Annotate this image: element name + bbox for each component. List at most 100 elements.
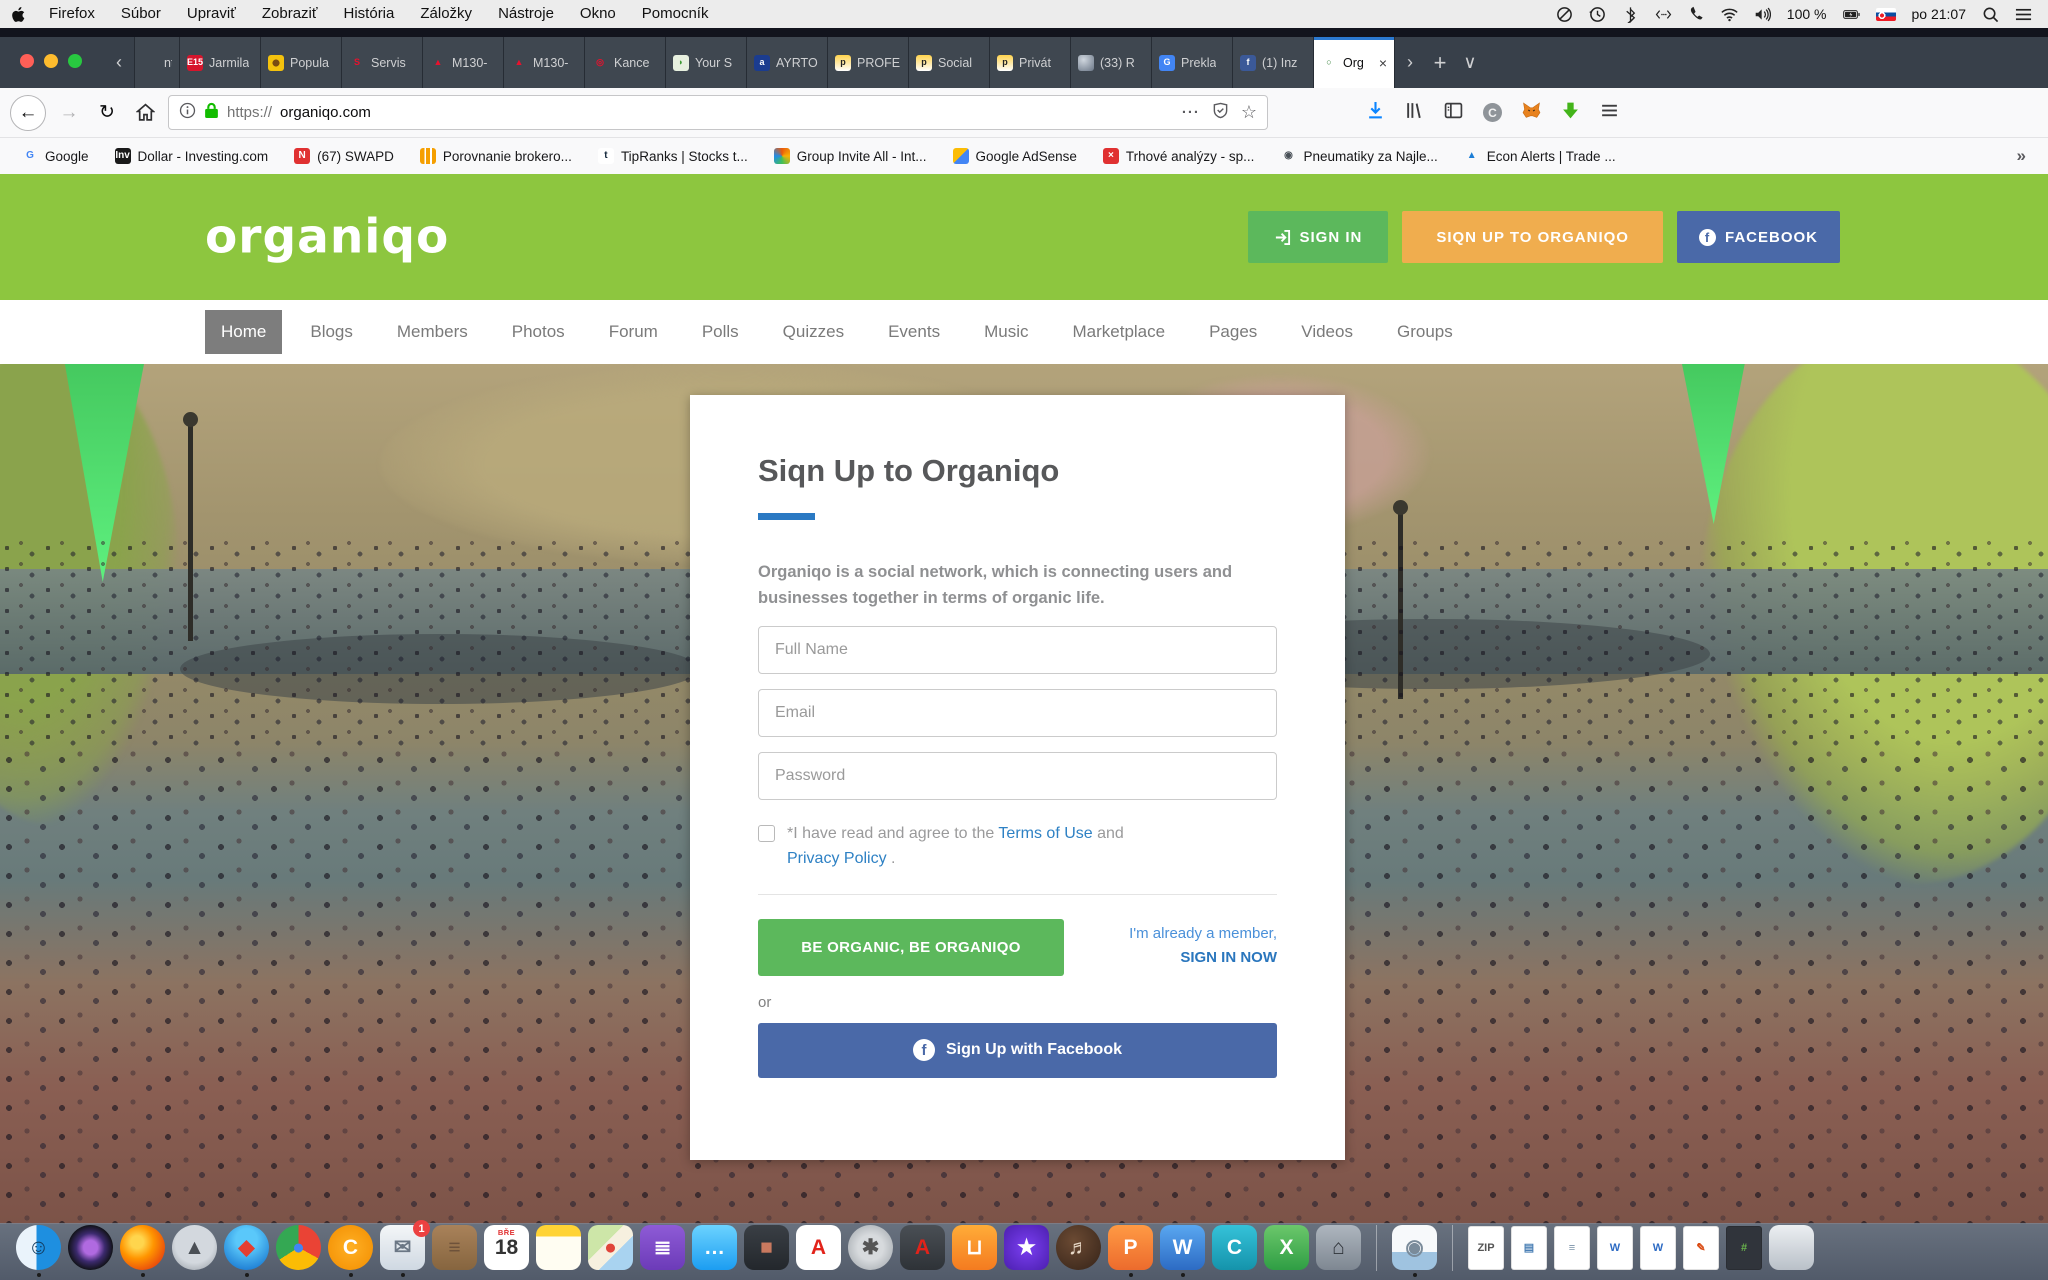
bookmark-tipranks[interactable]: t TipRanks | Stocks t... xyxy=(598,148,748,164)
menu-item[interactable]: Záložky xyxy=(407,0,485,28)
site-nav-item[interactable]: Events xyxy=(872,310,956,354)
apple-menu-icon[interactable] xyxy=(0,5,36,22)
photos[interactable]: ◉ xyxy=(1392,1225,1437,1270)
stack-word-doc[interactable]: W xyxy=(1597,1226,1633,1270)
agree-checkbox[interactable] xyxy=(758,825,775,842)
site-nav-item[interactable]: Videos xyxy=(1285,310,1369,354)
excel[interactable]: X xyxy=(1264,1225,1309,1270)
notes[interactable] xyxy=(536,1225,581,1270)
do-not-disturb-icon[interactable] xyxy=(1556,6,1573,23)
firefox[interactable] xyxy=(120,1225,165,1270)
stack-spreadsheet[interactable]: ▤ xyxy=(1511,1226,1547,1270)
sidebar-icon[interactable] xyxy=(1444,101,1463,125)
remote-desktop[interactable]: ⌂ xyxy=(1316,1225,1361,1270)
tab-inz[interactable]: f (1) Inz × xyxy=(1233,37,1314,88)
menu-hamburger-icon[interactable] xyxy=(1600,101,1619,125)
dev-brackets-icon[interactable] xyxy=(1655,6,1672,23)
bookmark-group-invite[interactable]: Group Invite All - Int... xyxy=(774,148,927,164)
organiqo-logo[interactable]: organiqo xyxy=(205,210,449,265)
imovie[interactable]: ★ xyxy=(1004,1225,1049,1270)
library-icon[interactable] xyxy=(1405,101,1424,125)
tab-33-r[interactable]: (33) R × xyxy=(1071,37,1152,88)
photo-booth[interactable]: ■ xyxy=(744,1225,789,1270)
tab-kance[interactable]: ◎ Kance × xyxy=(585,37,666,88)
tab-m130-1[interactable]: ▲ M130- × xyxy=(423,37,504,88)
tab-your-s[interactable]: ◗ Your S × xyxy=(666,37,747,88)
bookmark-star-icon[interactable]: ☆ xyxy=(1241,102,1257,123)
menu-item[interactable]: Firefox xyxy=(36,0,108,28)
bookmark-trhove[interactable]: × Trhové analýzy - sp... xyxy=(1103,148,1255,164)
bookmarks-overflow-chevron[interactable]: » xyxy=(2017,146,2026,166)
extension-c-icon[interactable]: C xyxy=(1483,103,1502,122)
downloads-icon[interactable] xyxy=(1366,101,1385,125)
menu-item[interactable]: Zobraziť xyxy=(249,0,331,28)
time-machine-icon[interactable] xyxy=(1589,6,1606,23)
tab-m130-2[interactable]: ▲ M130- × xyxy=(504,37,585,88)
wifi-icon[interactable] xyxy=(1721,6,1738,23)
finder[interactable]: ☺ xyxy=(16,1225,61,1270)
messages[interactable]: … xyxy=(692,1225,737,1270)
site-nav-item[interactable]: Polls xyxy=(686,310,755,354)
menu-item[interactable]: História xyxy=(331,0,408,28)
scroll-tabs-right-button[interactable]: › xyxy=(1395,37,1425,88)
video-download-helper-icon[interactable] xyxy=(1561,101,1580,125)
bookmark-porovnanie[interactable]: Porovnanie brokero... xyxy=(420,148,572,164)
facebook-header-button[interactable]: f FACEBOOK xyxy=(1677,211,1840,263)
site-nav-item[interactable]: Home xyxy=(205,310,282,354)
menu-item[interactable]: Okno xyxy=(567,0,629,28)
office-c[interactable]: C xyxy=(1212,1225,1257,1270)
menu-item[interactable]: Pomocník xyxy=(629,0,722,28)
zoom-window-button[interactable] xyxy=(68,54,82,68)
forward-button[interactable]: → xyxy=(54,98,84,128)
email-field[interactable] xyxy=(758,689,1277,737)
site-nav-item[interactable]: Photos xyxy=(496,310,581,354)
site-nav-item[interactable]: Music xyxy=(968,310,1044,354)
menu-item[interactable]: Upraviť xyxy=(174,0,249,28)
volume-icon[interactable] xyxy=(1754,6,1771,23)
bookmark-google[interactable]: G Google xyxy=(22,148,89,164)
url-bar[interactable]: https://organiqo.com ··· ☆ xyxy=(168,95,1268,130)
bluetooth-icon[interactable] xyxy=(1622,6,1639,23)
battery-icon[interactable] xyxy=(1843,6,1860,23)
back-button[interactable]: ← xyxy=(10,95,46,131)
bookmark-adsense[interactable]: Google AdSense xyxy=(953,148,1077,164)
password-field[interactable] xyxy=(758,752,1277,800)
terms-of-use-link[interactable]: Terms of Use xyxy=(998,825,1092,842)
siri[interactable] xyxy=(68,1225,113,1270)
site-nav-item[interactable]: Blogs xyxy=(294,310,369,354)
ibooks[interactable]: ⊔ xyxy=(952,1225,997,1270)
tab-ayrto[interactable]: a AYRTO × xyxy=(747,37,828,88)
acrobat-pro[interactable]: A xyxy=(900,1225,945,1270)
tab-organiqo[interactable]: ○ Org × xyxy=(1314,37,1395,88)
acrobat-reader[interactable]: A xyxy=(796,1225,841,1270)
calendar[interactable]: BŘE 18 xyxy=(484,1225,529,1270)
safari[interactable]: ◆ xyxy=(224,1225,269,1270)
powerpoint[interactable]: P xyxy=(1108,1225,1153,1270)
tab-profe[interactable]: p PROFE × xyxy=(828,37,909,88)
stack-paint-doc[interactable]: ✎ xyxy=(1683,1226,1719,1270)
privacy-policy-link[interactable]: Privacy Policy xyxy=(787,850,887,867)
mail[interactable]: ✉ 1 xyxy=(380,1225,425,1270)
sign-up-button[interactable]: SIQN UP TO ORGANIQO xyxy=(1402,211,1663,263)
ibooks-author[interactable]: ≣ xyxy=(640,1225,685,1270)
word[interactable]: W xyxy=(1160,1225,1205,1270)
contacts[interactable]: ≡ xyxy=(432,1225,477,1270)
bookmark-swapd[interactable]: N (67) SWAPD xyxy=(294,148,394,164)
sign-in-button[interactable]: SIGN IN xyxy=(1248,211,1389,263)
cointracking[interactable]: C xyxy=(328,1225,373,1270)
bookmark-investing[interactable]: Inv Dollar - Investing.com xyxy=(115,148,269,164)
trash[interactable] xyxy=(1769,1225,1814,1270)
pocket-shield-icon[interactable] xyxy=(1212,102,1229,123)
tab-prekla[interactable]: G Prekla × xyxy=(1152,37,1233,88)
close-tab-icon[interactable]: × xyxy=(1379,55,1387,71)
maps[interactable]: ● xyxy=(588,1225,633,1270)
new-tab-button[interactable]: + xyxy=(1425,37,1455,88)
stack-chart-doc[interactable]: # xyxy=(1726,1226,1762,1270)
be-organic-submit-button[interactable]: BE ORGANIC, BE ORGANIQO xyxy=(758,919,1064,976)
chrome[interactable]: ● xyxy=(276,1225,321,1270)
tab-kontakt[interactable]: ntak × xyxy=(134,37,180,88)
site-nav-item[interactable]: Quizzes xyxy=(767,310,860,354)
tab-privat[interactable]: p Privát × xyxy=(990,37,1071,88)
home-button[interactable] xyxy=(130,98,160,128)
site-info-icon[interactable] xyxy=(179,102,196,123)
